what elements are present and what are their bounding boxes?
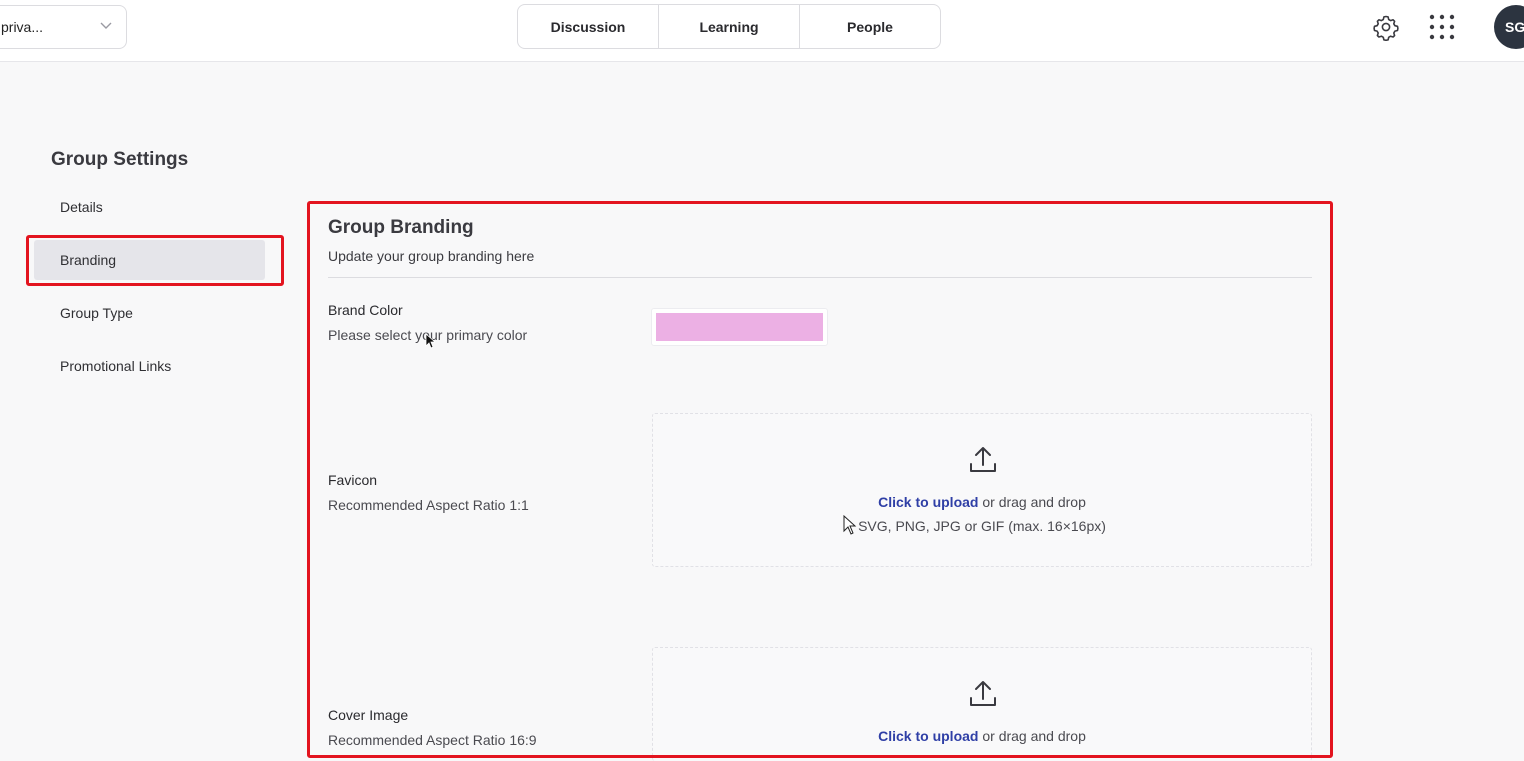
favicon-help: Recommended Aspect Ratio 1:1 xyxy=(328,497,529,513)
branding-title: Group Branding xyxy=(328,217,474,238)
cover-image-upload-link[interactable]: Click to upload xyxy=(878,728,978,744)
cover-image-upload-prompt: Click to upload or drag and drop xyxy=(653,728,1311,744)
sidebar-item-details[interactable]: Details xyxy=(34,187,265,227)
favicon-dropzone[interactable]: Click to upload or drag and drop SVG, PN… xyxy=(652,413,1312,567)
sidebar-item-label: Group Type xyxy=(60,305,133,321)
main-tabs: Discussion Learning People xyxy=(517,4,941,49)
brand-color-label: Brand Color xyxy=(328,302,403,318)
tab-learning[interactable]: Learning xyxy=(659,5,800,48)
group-settings-title: Group Settings xyxy=(51,149,189,170)
chevron-down-icon xyxy=(100,22,112,29)
sidebar-item-label: Promotional Links xyxy=(60,358,172,374)
cover-image-help: Recommended Aspect Ratio 16:9 xyxy=(328,732,537,748)
gear-icon[interactable] xyxy=(1371,12,1401,42)
group-selector[interactable]: priva... xyxy=(0,5,127,49)
divider xyxy=(328,277,1312,278)
sidebar-item-branding[interactable]: Branding xyxy=(34,240,265,280)
branding-subtitle: Update your group branding here xyxy=(328,248,535,264)
brand-color-help: Please select your primary color xyxy=(328,327,528,343)
favicon-formats: SVG, PNG, JPG or GIF (max. 16×16px) xyxy=(858,518,1106,534)
upload-icon xyxy=(970,681,996,706)
brand-color-swatch xyxy=(656,313,823,341)
cover-image-dropzone[interactable]: Click to upload or drag and drop xyxy=(652,647,1312,761)
sidebar-item-label: Branding xyxy=(60,252,117,268)
cover-image-drag-text: or drag and drop xyxy=(978,728,1086,744)
group-selector-value: priva... xyxy=(1,19,44,35)
favicon-label: Favicon xyxy=(328,472,378,488)
favicon-upload-link[interactable]: Click to upload xyxy=(878,494,978,510)
sidebar-item-group-type[interactable]: Group Type xyxy=(34,293,265,333)
sidebar-item-promotional-links[interactable]: Promotional Links xyxy=(34,346,265,386)
cover-image-label: Cover Image xyxy=(328,707,409,723)
upload-icon xyxy=(970,447,996,472)
avatar-initials: SG xyxy=(1505,19,1524,35)
sidebar-item-label: Details xyxy=(60,199,103,215)
tab-people[interactable]: People xyxy=(800,5,940,48)
favicon-upload-prompt: Click to upload or drag and drop xyxy=(653,494,1311,510)
apps-grid-icon[interactable] xyxy=(1427,12,1457,42)
brand-color-picker[interactable] xyxy=(651,308,828,346)
top-bar: priva... Discussion Learning People SG xyxy=(0,0,1524,62)
user-avatar[interactable]: SG xyxy=(1494,5,1524,49)
tab-discussion[interactable]: Discussion xyxy=(518,5,659,48)
favicon-drag-text: or drag and drop xyxy=(978,494,1086,510)
